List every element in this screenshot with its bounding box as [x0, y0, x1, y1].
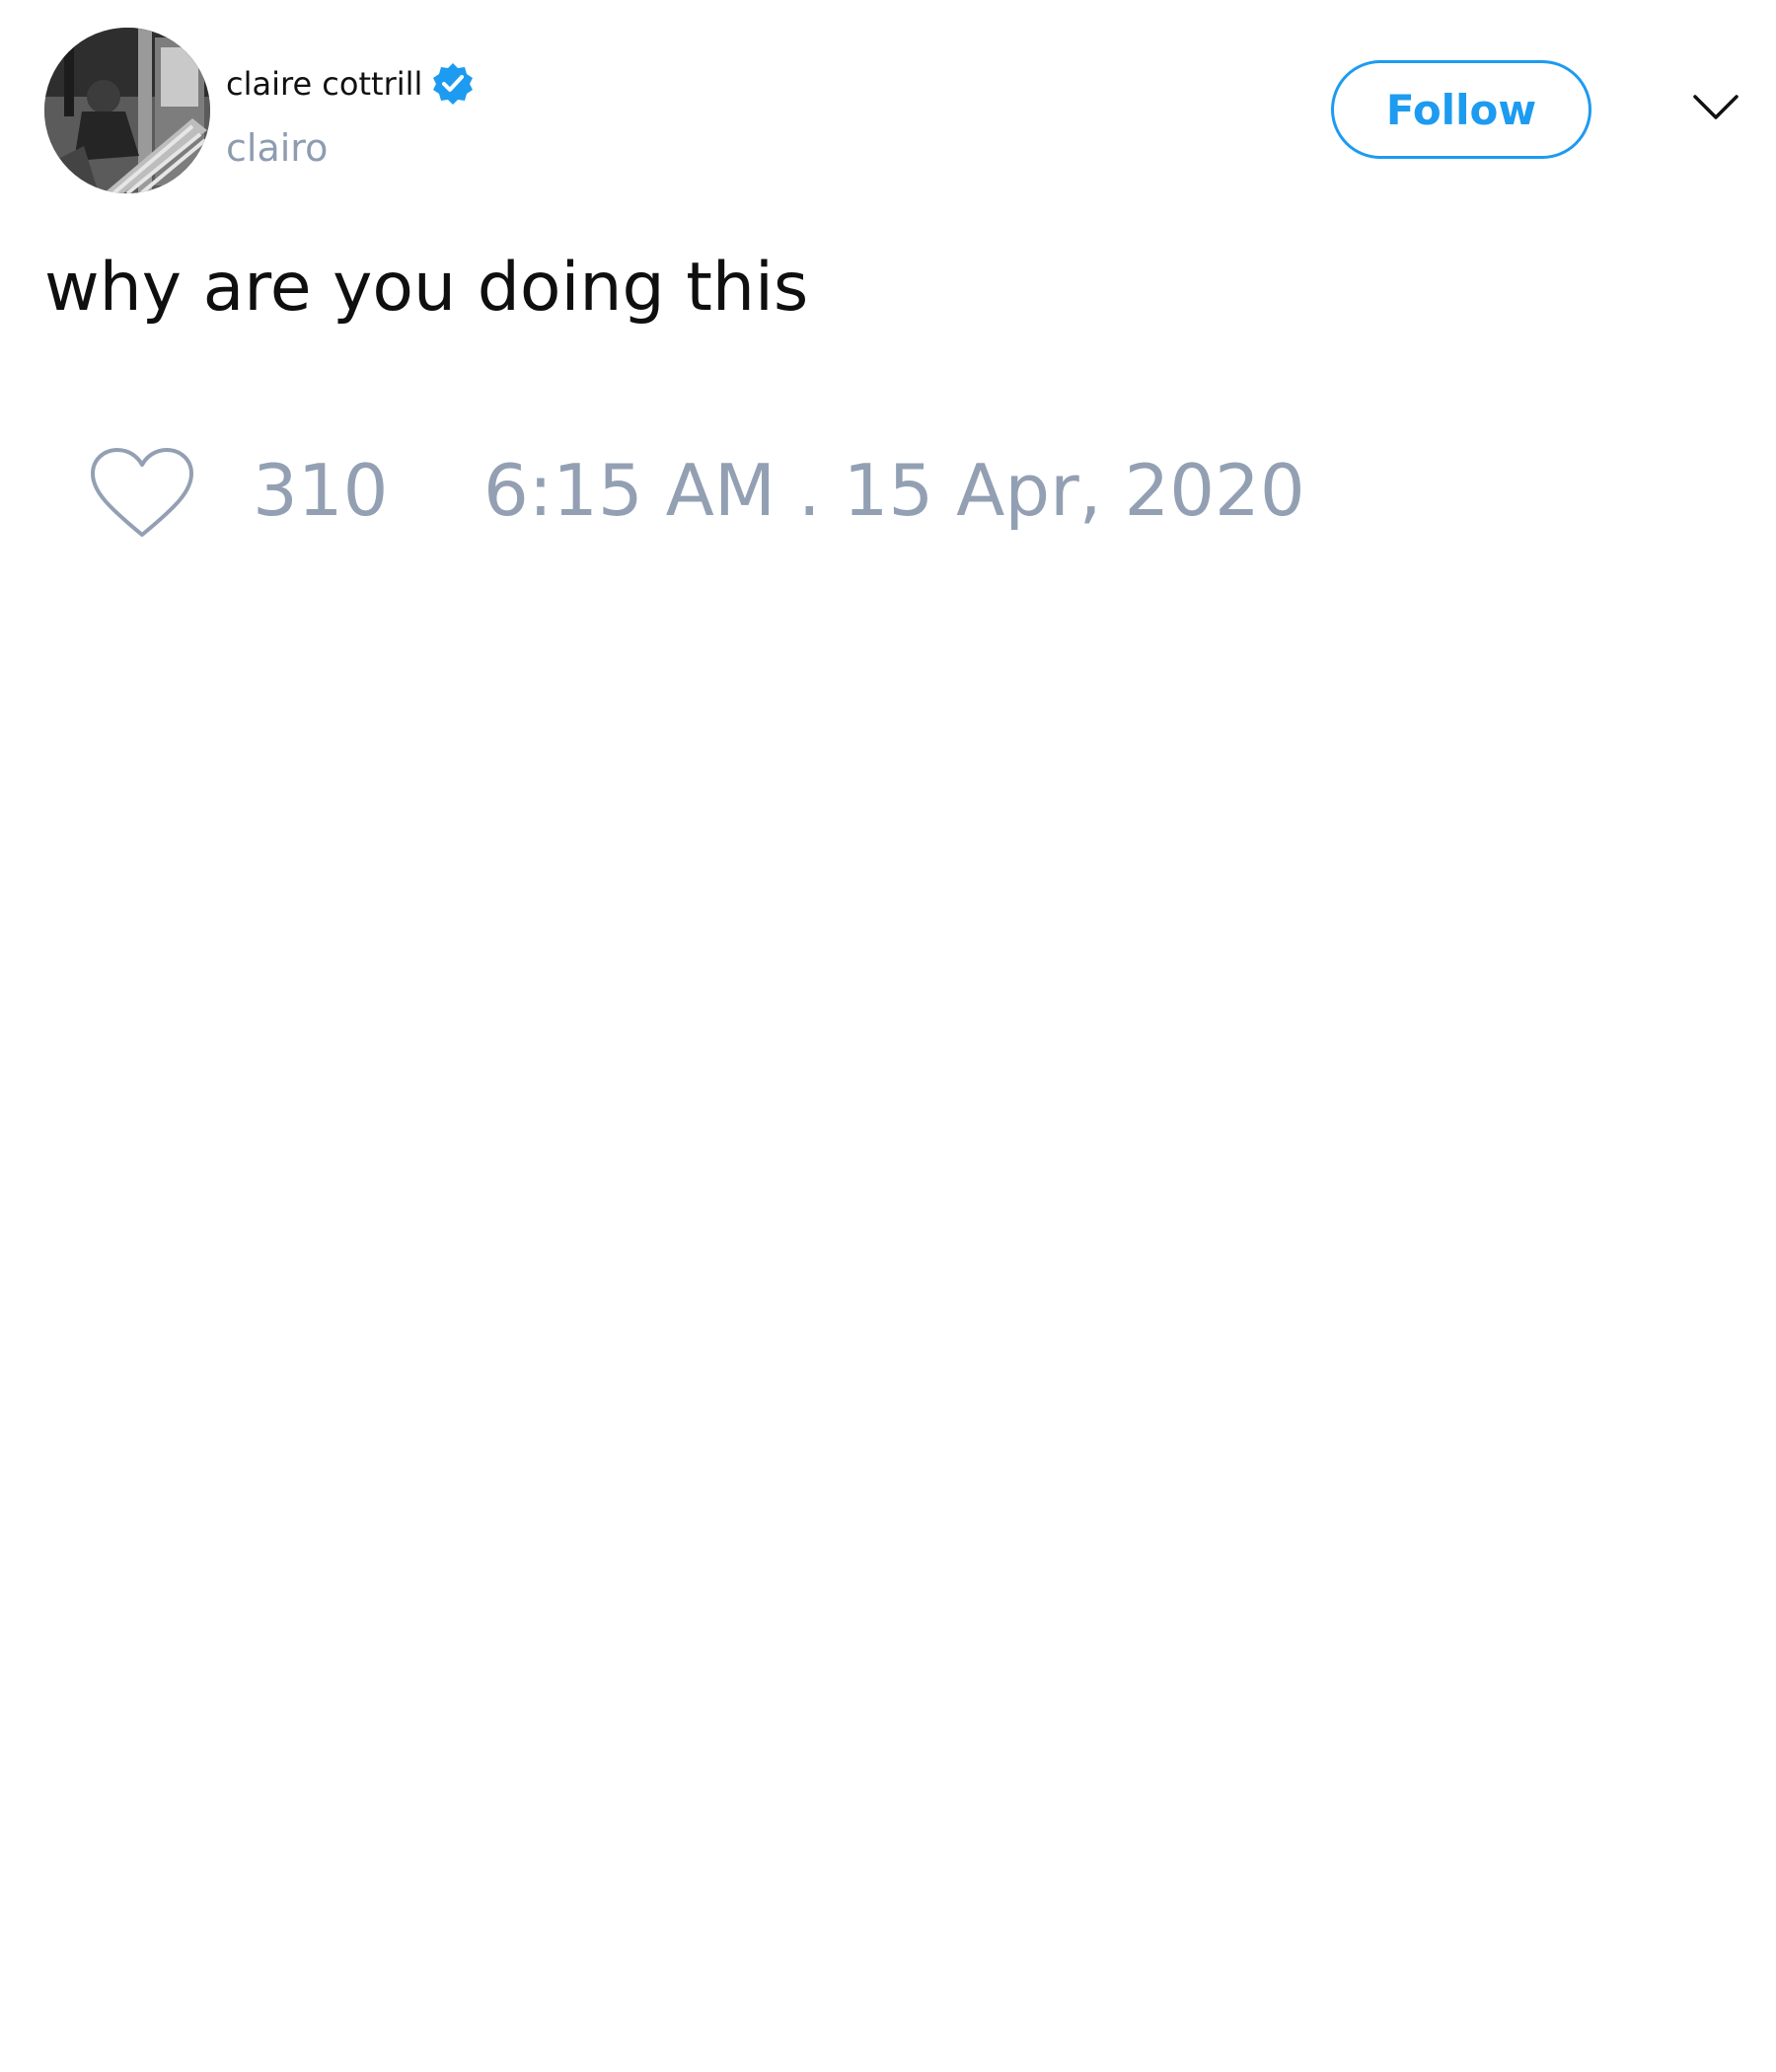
- author-handle[interactable]: clairo: [226, 126, 328, 170]
- display-name[interactable]: claire cottrill: [226, 65, 422, 103]
- avatar[interactable]: [44, 28, 210, 193]
- verified-badge-icon: [430, 61, 476, 107]
- follow-button[interactable]: Follow: [1331, 60, 1591, 159]
- like-count: 310: [253, 449, 389, 532]
- author-name-row: claire cottrill: [226, 61, 476, 107]
- heart-icon[interactable]: [89, 446, 195, 541]
- profile-photo: [44, 28, 210, 193]
- chevron-down-icon[interactable]: [1691, 87, 1740, 126]
- tweet-timestamp[interactable]: 6:15 AM . 15 Apr, 2020: [483, 449, 1305, 532]
- tweet-text: why are you doing this: [44, 249, 809, 327]
